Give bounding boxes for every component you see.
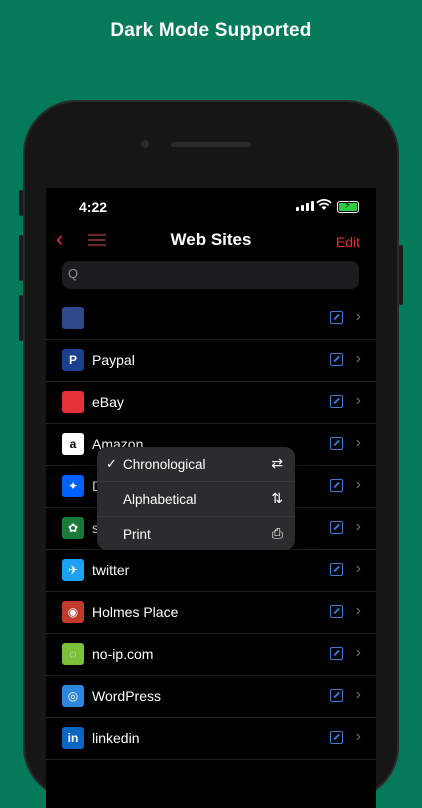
mute-switch [19,190,23,216]
site-name: twitter [92,562,130,578]
shuffle-icon: ⇄ [271,455,283,471]
navigation-bar: ‹ Web Sites Edit [46,224,376,258]
power-button [399,245,403,305]
sort-menu-item-print[interactable]: Print ⎙ [97,517,295,550]
open-external-icon[interactable] [330,647,343,660]
site-logo-icon: ◌ [62,643,84,665]
site-logo-icon [62,391,84,413]
page-title: Web Sites [170,230,252,249]
chevron-right-icon: › [355,392,361,409]
site-name: Holmes Place [92,604,179,620]
site-logo-icon: a [62,433,84,455]
menu-item-label: Chronological [123,457,206,472]
open-external-icon[interactable] [330,689,343,702]
open-external-icon[interactable] [330,521,343,534]
site-logo-icon: ✿ [62,517,84,539]
open-external-icon[interactable] [330,605,343,618]
cellular-signal-icon [296,201,314,211]
site-logo-icon: in [62,727,84,749]
search-icon: Q [68,266,79,281]
sort-arrows-icon: ⇅ [271,490,283,506]
site-logo-icon: ✈ [62,559,84,581]
promo-headline: Dark Mode Supported [110,20,312,41]
sort-menu-item-alphabetical[interactable]: Alphabetical ⇅ [97,482,295,517]
site-row[interactable]: ✈ twitter › [46,550,376,592]
site-logo-icon: P [62,349,84,371]
chevron-right-icon: › [355,686,361,703]
open-external-icon[interactable] [330,311,343,324]
menu-item-label: Print [123,527,151,542]
volume-down-button [19,295,23,341]
site-name: eBay [92,394,124,410]
site-logo-icon: ◎ [62,685,84,707]
site-row[interactable]: ◌ no-ip.com › [46,634,376,676]
status-bar: 4:22 ⚡ [46,188,376,224]
chevron-right-icon: › [355,644,361,661]
phone-frame: 4:22 ⚡ ‹ Web Sites Edit Q › P Paypal › eBay ›… [19,100,403,808]
site-row[interactable]: in linkedin › [46,718,376,760]
site-name: Paypal [92,352,135,368]
site-row[interactable]: P Paypal › [46,340,376,382]
open-external-icon[interactable] [330,437,343,450]
chevron-right-icon: › [355,476,361,493]
search-input[interactable]: Q [62,261,359,289]
chevron-right-icon: › [355,602,361,619]
sort-menu-item-chronological[interactable]: ✓ Chronological ⇄ [97,447,295,482]
battery-charging-icon: ⚡ [337,200,359,213]
wifi-icon [316,199,332,210]
site-row[interactable]: ◉ Holmes Place › [46,592,376,634]
printer-icon: ⎙ [271,525,283,541]
site-row[interactable]: ◎ WordPress › [46,676,376,718]
app-screen: 4:22 ⚡ ‹ Web Sites Edit Q › P Paypal › eBay ›… [46,188,376,808]
edit-button[interactable]: Edit [336,234,360,250]
site-name: no-ip.com [92,646,154,662]
chevron-right-icon: › [355,350,361,367]
chevron-right-icon: › [355,560,361,577]
menu-item-label: Alphabetical [123,492,197,507]
open-external-icon[interactable] [330,479,343,492]
sort-menu: ✓ Chronological ⇄ Alphabetical ⇅ Print ⎙ [97,447,295,550]
site-logo-icon: ◉ [62,601,84,623]
checkmark-icon: ✓ [106,456,117,471]
site-logo-icon: ✦ [62,475,84,497]
front-camera [141,140,149,148]
volume-up-button [19,235,23,281]
site-row[interactable]: › [46,298,376,340]
open-external-icon[interactable] [330,731,343,744]
chevron-right-icon: › [355,308,361,325]
open-external-icon[interactable] [330,395,343,408]
site-name: linkedin [92,730,140,746]
status-time: 4:22 [79,199,108,215]
open-external-icon[interactable] [330,563,343,576]
site-name: WordPress [92,688,161,704]
earpiece-speaker [171,142,251,147]
open-external-icon[interactable] [330,353,343,366]
chevron-right-icon: › [355,518,361,535]
chevron-right-icon: › [355,728,361,745]
chevron-right-icon: › [355,434,361,451]
site-row[interactable]: eBay › [46,382,376,424]
site-logo-icon [62,307,84,329]
